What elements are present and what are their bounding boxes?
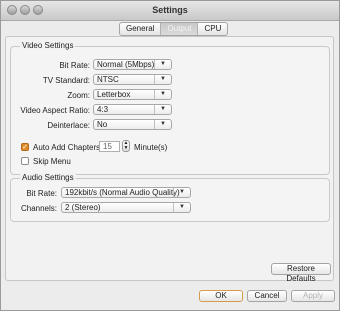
deinterlace-select[interactable]: No ▼ (93, 119, 172, 130)
audio-bit-rate-select[interactable]: 192kbit/s (Normal Audio Quality) ▼ (61, 187, 191, 198)
chevron-down-icon: ▼ (154, 90, 171, 99)
chevron-down-icon: ▼ (154, 75, 171, 84)
title-bar[interactable]: Settings (1, 1, 339, 21)
aspect-ratio-select[interactable]: 4:3 ▼ (93, 104, 172, 115)
chapter-unit-label: Minute(s) (134, 143, 168, 152)
audio-bit-rate-value: 192kbit/s (Normal Audio Quality) (65, 188, 180, 197)
window-title: Settings (152, 5, 188, 15)
zoom-label: Zoom: (67, 91, 90, 100)
restore-defaults-button[interactable]: Restore Defaults (271, 263, 331, 283)
chevron-down-icon: ▼ (173, 188, 190, 197)
video-settings-title: Video Settings (20, 41, 76, 50)
zoom-value: Letterbox (97, 90, 131, 99)
video-bit-rate-label: Bit Rate: (59, 61, 90, 70)
tab-output[interactable]: Output (161, 23, 199, 35)
stepper-icon[interactable]: ▲ ▼ (122, 140, 130, 152)
settings-window: Settings General Output CPU Video Settin… (0, 0, 340, 311)
cancel-button[interactable]: Cancel (247, 290, 287, 302)
audio-settings-title: Audio Settings (20, 173, 76, 182)
aspect-ratio-label: Video Aspect Ratio: (20, 106, 90, 115)
deinterlace-label: Deinterlace: (47, 121, 90, 130)
channels-label: Channels: (20, 204, 57, 213)
chapter-interval-input[interactable]: 15 (99, 141, 120, 152)
skip-menu-checkbox[interactable] (21, 157, 29, 165)
auto-chapters-checkbox[interactable]: ✓ (21, 143, 29, 151)
channels-select[interactable]: 2 (Stereo) ▼ (61, 202, 191, 213)
apply-button[interactable]: Apply (291, 290, 335, 302)
channels-value: 2 (Stereo) (65, 203, 101, 212)
chevron-down-icon: ▼ (154, 120, 171, 129)
chevron-down-icon: ▼ (154, 105, 171, 114)
tab-content-panel: Video Settings Bit Rate: Normal (5Mbps) … (5, 36, 334, 283)
chevron-down-icon: ▼ (154, 60, 171, 69)
checkmark-icon: ✓ (22, 144, 28, 151)
tv-standard-label: TV Standard: (42, 76, 90, 85)
audio-settings-group: Audio Settings Bit Rate: 192kbit/s (Norm… (10, 173, 330, 222)
video-bit-rate-select[interactable]: Normal (5Mbps) ▼ (93, 59, 172, 70)
auto-chapters-label: Auto Add Chapters: (33, 143, 103, 152)
skip-menu-label: Skip Menu (33, 157, 71, 166)
tab-general[interactable]: General (120, 23, 162, 35)
ok-button[interactable]: OK (199, 290, 243, 302)
chevron-down-icon: ▼ (173, 203, 190, 212)
video-settings-group: Video Settings Bit Rate: Normal (5Mbps) … (10, 41, 330, 175)
tv-standard-value: NTSC (97, 75, 119, 84)
tab-cpu[interactable]: CPU (198, 23, 227, 35)
tab-bar: General Output CPU (119, 22, 229, 36)
tv-standard-select[interactable]: NTSC ▼ (93, 74, 172, 85)
aspect-ratio-value: 4:3 (97, 105, 109, 114)
deinterlace-value: No (97, 120, 108, 129)
audio-bit-rate-label: Bit Rate: (26, 189, 57, 198)
zoom-select[interactable]: Letterbox ▼ (93, 89, 172, 100)
video-bit-rate-value: Normal (5Mbps) (97, 60, 155, 69)
